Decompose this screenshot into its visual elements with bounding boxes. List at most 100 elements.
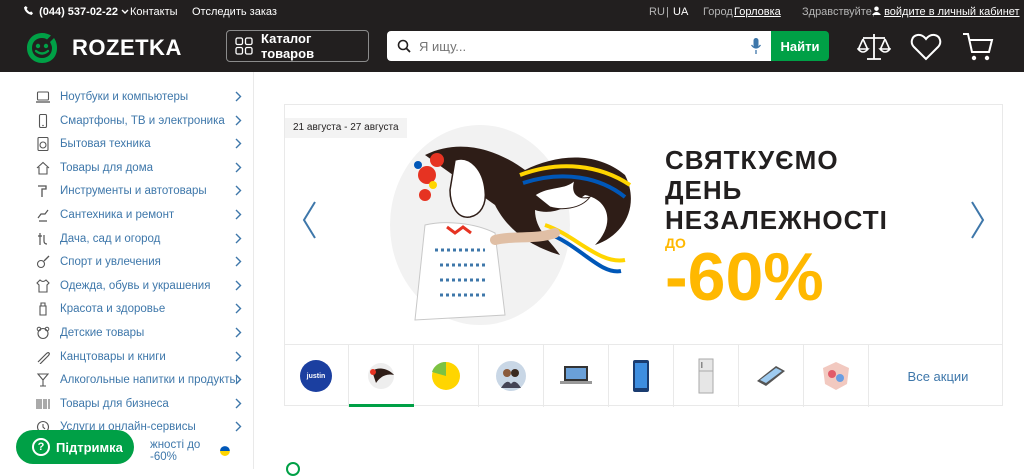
- alcohol-icon: [36, 373, 50, 387]
- cart-icon[interactable]: [962, 32, 994, 62]
- chevron-right-icon: [235, 162, 242, 173]
- banner-discount: -60%: [665, 239, 824, 315]
- city-label: Город: [703, 6, 733, 18]
- search-button[interactable]: Найти: [771, 31, 829, 61]
- sidebar-item-beauty[interactable]: Красота и здоровье: [36, 297, 246, 321]
- sidebar-item-tools[interactable]: Инструменты и автотовары: [36, 179, 246, 203]
- chevron-right-icon: [235, 185, 242, 196]
- sidebar-item-label: Товары для дома: [60, 161, 154, 174]
- sport-icon: [36, 255, 50, 269]
- tools-icon: [38, 185, 47, 198]
- tablet-thumb-icon: [757, 366, 785, 386]
- lang-ru[interactable]: RU: [649, 6, 665, 18]
- contacts-link[interactable]: Контакты: [130, 6, 178, 18]
- thumb-people[interactable]: [479, 345, 544, 407]
- sidebar-item-plumbing[interactable]: Сантехника и ремонт: [36, 203, 246, 227]
- sidebar-item-label: Детские товары: [60, 327, 145, 339]
- thumb-art[interactable]: [804, 345, 869, 407]
- sidebar-item-stationery[interactable]: Канцтовары и книги: [36, 345, 246, 369]
- heart-wishlist-icon[interactable]: [910, 32, 942, 62]
- thumb-tablet[interactable]: [739, 345, 804, 407]
- catalog-label: Каталог товаров: [261, 31, 315, 61]
- sidebar-item-label: Смартфоны, ТВ и электроника: [60, 114, 225, 127]
- top-bar: (044) 537-02-22 Контакты Отследить заказ…: [0, 0, 1024, 24]
- sidebar-item-label: Дача, сад и огород: [60, 232, 161, 245]
- laptop-icon: [36, 91, 50, 103]
- thumb-fruit[interactable]: [414, 345, 479, 407]
- sidebar-item-laptop[interactable]: Ноутбуки и компьютеры: [36, 85, 246, 109]
- sidebar-item-label: Канцтовары и книги: [60, 350, 166, 363]
- sidebar-item-kids[interactable]: Детские товары: [36, 321, 246, 345]
- chevron-right-icon: [235, 233, 242, 244]
- chevron-right-icon: [235, 209, 242, 220]
- fruit-thumb-icon: [432, 361, 460, 390]
- ukraine-flag-icon: [220, 446, 230, 456]
- phone-number: (044) 537-02-22: [39, 6, 118, 18]
- thumb-independence-day[interactable]: [349, 345, 414, 407]
- support-label: Підтримка: [56, 439, 123, 455]
- banner-headline-3: НЕЗАЛЕЖНОСТІ: [665, 205, 888, 235]
- promo-date-badge: 21 августа - 27 августа: [285, 118, 407, 138]
- chevron-down-icon: [121, 9, 129, 14]
- sidebar-item-label: Инструменты и автотовары: [60, 185, 207, 198]
- question-icon: ?: [32, 438, 50, 456]
- sidebar-item-label: Сантехника и ремонт: [60, 209, 175, 221]
- sidebar-item-smartphone[interactable]: Смартфоны, ТВ и электроника: [36, 109, 246, 133]
- sidebar-item-promo[interactable]: жності до -60%: [150, 439, 230, 463]
- smartphone-thumb-icon: [633, 360, 649, 392]
- sidebar-item-label: Одежда, обувь и украшения: [60, 279, 211, 292]
- sidebar-item-garden[interactable]: Дача, сад и огород: [36, 227, 246, 251]
- chevron-right-icon: [235, 91, 242, 102]
- header: ROZETKA Каталог товаров Найти: [0, 24, 1024, 72]
- thumb-fridge[interactable]: [674, 345, 739, 407]
- lang-ua[interactable]: UA: [673, 6, 688, 18]
- banner-next-arrow-icon[interactable]: [970, 200, 986, 240]
- login-link[interactable]: войдите в личный кабинет: [872, 6, 1020, 18]
- rozetka-logo-icon: [27, 33, 57, 63]
- catalog-button[interactable]: Каталог товаров: [226, 30, 369, 62]
- section-status-icon: [286, 462, 300, 476]
- smartphone-icon: [38, 113, 48, 128]
- banner-prev-arrow-icon[interactable]: [301, 200, 317, 240]
- chevron-right-icon: [235, 280, 242, 291]
- phone-link[interactable]: (044) 537-02-22: [24, 6, 129, 18]
- user-icon: [872, 6, 881, 15]
- chevron-right-icon: [235, 398, 242, 409]
- thumb-laptop[interactable]: [544, 345, 609, 407]
- track-order-link[interactable]: Отследить заказ: [192, 6, 277, 18]
- chevron-right-icon: [235, 138, 242, 149]
- sidebar-item-home[interactable]: Товары для дома: [36, 156, 246, 180]
- chevron-right-icon: [235, 351, 242, 362]
- laptop-thumb-icon: [560, 366, 592, 384]
- search-input[interactable]: [419, 38, 739, 54]
- sidebar-item-business[interactable]: Товары для бизнеса: [36, 392, 246, 416]
- thumb-justin[interactable]: justin: [284, 345, 349, 407]
- art-thumb-icon: [823, 362, 849, 390]
- banner-headline-2: ДЕНЬ: [665, 175, 743, 205]
- login-label: войдите в личный кабинет: [884, 6, 1020, 18]
- lang-separator: |: [666, 6, 669, 18]
- microphone-icon[interactable]: [751, 38, 761, 54]
- logo[interactable]: ROZETKA: [24, 30, 182, 66]
- people-thumb-icon: [496, 361, 526, 391]
- logo-text: ROZETKA: [72, 35, 182, 60]
- sidebar-item-sport[interactable]: Спорт и увлечения: [36, 250, 246, 274]
- support-button[interactable]: ? Підтримка: [16, 430, 134, 464]
- sidebar-item-alcohol[interactable]: Алкогольные напитки и продукты: [36, 368, 246, 392]
- home-icon: [36, 161, 50, 175]
- sidebar-item-appliance[interactable]: Бытовая техника: [36, 132, 246, 156]
- all-promotions-link[interactable]: Все акции: [874, 345, 1002, 407]
- catalog-grid-icon: [235, 37, 253, 55]
- justin-logo: justin: [300, 360, 332, 392]
- sidebar-item-label: Алкогольные напитки и продукты: [60, 374, 238, 387]
- compare-scales-icon[interactable]: [857, 32, 891, 62]
- sidebar-item-clothes[interactable]: Одежда, обувь и украшения: [36, 274, 246, 298]
- banner-headline-1: СВЯТКУЄМО: [665, 145, 839, 175]
- sidebar-item-label: Спорт и увлечения: [60, 256, 161, 269]
- search-bar: [387, 31, 771, 61]
- independence-day-illustration: [390, 125, 632, 325]
- city-link[interactable]: Горловка: [734, 6, 781, 18]
- thumb-smartphone[interactable]: [609, 345, 674, 407]
- greeting-text: Здравствуйте,: [802, 6, 875, 18]
- chevron-right-icon: [235, 115, 242, 126]
